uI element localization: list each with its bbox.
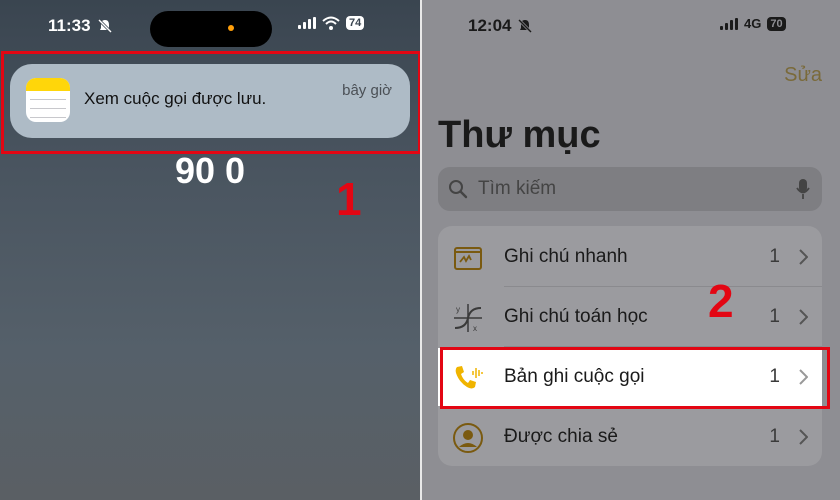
cellular-signal-icon (298, 17, 316, 29)
battery-icon: 70 (767, 16, 786, 31)
chevron-right-icon (799, 249, 808, 265)
search-placeholder: Tìm kiếm (478, 178, 557, 199)
row-separator (504, 286, 822, 287)
status-bar-right: 12:04 (468, 16, 533, 36)
chevron-right-icon (799, 309, 808, 325)
svg-text:y: y (456, 305, 460, 314)
shared-person-icon (453, 423, 483, 453)
wifi-icon (322, 16, 340, 30)
highlight-box-call-recordings (440, 347, 830, 409)
quick-note-icon (454, 247, 482, 270)
math-note-icon: yx (454, 304, 482, 333)
network-type: 4G (744, 16, 762, 31)
microphone-icon[interactable] (796, 178, 810, 200)
folder-count: 1 (769, 306, 780, 327)
status-time: 11:33 (48, 16, 91, 35)
search-icon (449, 180, 468, 199)
folder-row-math-notes[interactable]: yx Ghi chú toán học 1 (438, 288, 822, 346)
highlight-box-notification (1, 51, 420, 154)
battery-icon: 74 (346, 16, 365, 30)
status-time: 12:04 (468, 16, 512, 35)
folder-list: Ghi chú nhanh 1 yx Ghi chú toán học 1 Bả… (438, 226, 822, 466)
status-bar-left: 11:33 (48, 16, 113, 36)
lock-screen: 11:33 74 90 0 Xem cuộc gọi được lưu. bây… (0, 0, 420, 500)
privacy-indicator-dot (228, 25, 234, 31)
svg-text:x: x (473, 324, 477, 333)
folder-label: Ghi chú nhanh (504, 246, 628, 267)
status-icons-right: 4G 70 (720, 16, 786, 31)
folder-count: 1 (769, 246, 780, 267)
cellular-signal-icon (720, 17, 738, 30)
status-icons-left: 74 (298, 16, 365, 30)
folder-label: Ghi chú toán học (504, 306, 648, 327)
step-number-2: 2 (708, 275, 734, 327)
folder-row-shared[interactable]: Được chia sẻ 1 (438, 408, 822, 466)
edit-button[interactable]: Sửa (784, 64, 822, 87)
folder-label: Được chia sẻ (504, 426, 618, 447)
page-title: Thư mục (438, 114, 601, 156)
folder-row-quick-notes[interactable]: Ghi chú nhanh 1 (438, 228, 822, 286)
search-field[interactable]: Tìm kiếm (438, 167, 822, 211)
folder-count: 1 (769, 426, 780, 447)
mute-bell-icon (518, 18, 533, 34)
chevron-right-icon (799, 429, 808, 445)
step-number-1: 1 (336, 173, 362, 225)
mute-bell-icon (97, 18, 112, 34)
dynamic-island (150, 11, 272, 47)
notes-app-screen: 12:04 4G 70 Sửa Thư mục Tìm kiếm Ghi chú… (422, 0, 840, 500)
